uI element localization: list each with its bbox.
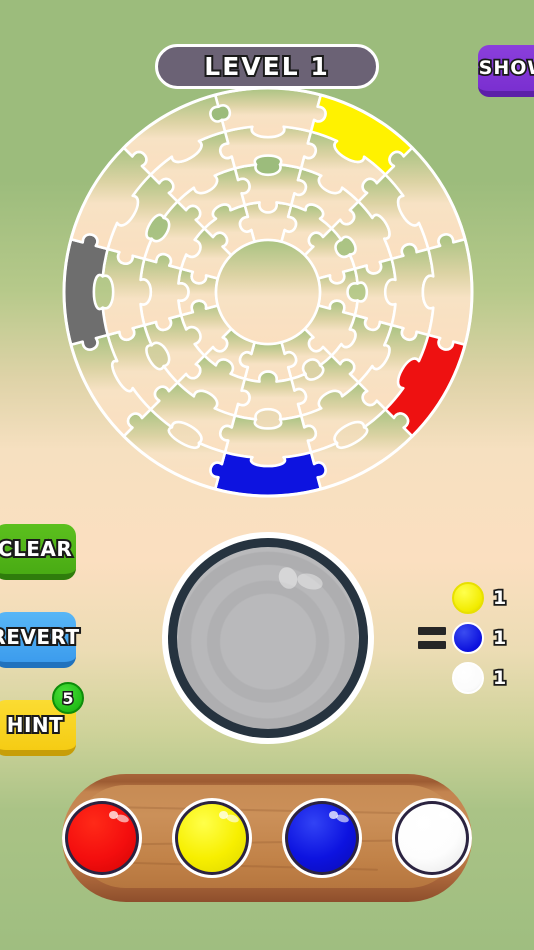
equals-icon bbox=[418, 627, 446, 649]
recipe-count-yellow: 1 bbox=[491, 585, 508, 611]
equals-bar-top bbox=[418, 627, 446, 635]
revert-button-label: REVERT bbox=[0, 623, 81, 651]
paint-ball-fill bbox=[68, 804, 136, 872]
paint-ball-fill bbox=[178, 804, 246, 872]
paint-ball-ring bbox=[285, 801, 359, 875]
gloss-highlight-secondary-icon bbox=[444, 813, 460, 824]
mixing-bowl[interactable] bbox=[162, 532, 374, 744]
paint-ball-ring bbox=[65, 801, 139, 875]
recipe-item: 1 bbox=[452, 661, 508, 695]
paint-ball-fill bbox=[288, 804, 356, 872]
recipe-count-white: 1 bbox=[491, 665, 508, 691]
paint-ball-blue[interactable] bbox=[282, 798, 362, 878]
bowl-highlight-secondary-icon bbox=[295, 571, 325, 593]
gloss-highlight-secondary-icon bbox=[224, 813, 240, 824]
game-screen: LEVEL 1 SHOW CLEAR REVERT HINT 5 bbox=[0, 0, 534, 950]
equals-bar-bottom bbox=[418, 641, 446, 649]
clear-button[interactable]: CLEAR bbox=[0, 524, 76, 580]
level-label: LEVEL 1 bbox=[202, 50, 330, 83]
show-button[interactable]: SHOW bbox=[477, 45, 534, 97]
paint-ball-ring bbox=[175, 801, 249, 875]
puzzle-center-hub[interactable] bbox=[214, 238, 322, 346]
puzzle-piece-filled[interactable] bbox=[62, 233, 109, 351]
mixing-bowl-rim bbox=[168, 538, 368, 738]
hint-count-badge: 5 bbox=[52, 682, 84, 714]
puzzle-piece[interactable] bbox=[213, 86, 327, 139]
paint-ball-yellow[interactable] bbox=[172, 798, 252, 878]
puzzle-piece[interactable] bbox=[421, 233, 474, 351]
paint-tray bbox=[62, 774, 472, 902]
recipe-color-swatch-yellow bbox=[452, 582, 484, 614]
recipe-legend: 1 1 1 bbox=[418, 578, 530, 698]
recipe-color-swatch-blue bbox=[452, 622, 484, 654]
recipe-item: 1 bbox=[452, 621, 508, 655]
hint-count-value: 5 bbox=[61, 687, 75, 709]
hint-button-label: HINT bbox=[5, 711, 65, 739]
revert-button[interactable]: REVERT bbox=[0, 612, 81, 668]
recipe-item: 1 bbox=[452, 581, 508, 615]
recipe-color-swatch-white bbox=[452, 662, 484, 694]
recipe-count-blue: 1 bbox=[491, 625, 508, 651]
show-button-label: SHOW bbox=[477, 55, 534, 81]
clear-button-label: CLEAR bbox=[0, 535, 74, 563]
recipe-item-list: 1 1 1 bbox=[452, 581, 508, 695]
paint-ball-white[interactable] bbox=[392, 798, 472, 878]
paint-ball-list bbox=[62, 774, 472, 902]
paint-ball-red[interactable] bbox=[62, 798, 142, 878]
paint-ball-ring bbox=[395, 801, 469, 875]
gloss-highlight-secondary-icon bbox=[114, 813, 130, 824]
puzzle-wheel[interactable] bbox=[58, 82, 478, 502]
gloss-highlight-secondary-icon bbox=[334, 813, 350, 824]
paint-ball-fill bbox=[398, 804, 466, 872]
mixing-bowl-contents bbox=[177, 547, 359, 729]
